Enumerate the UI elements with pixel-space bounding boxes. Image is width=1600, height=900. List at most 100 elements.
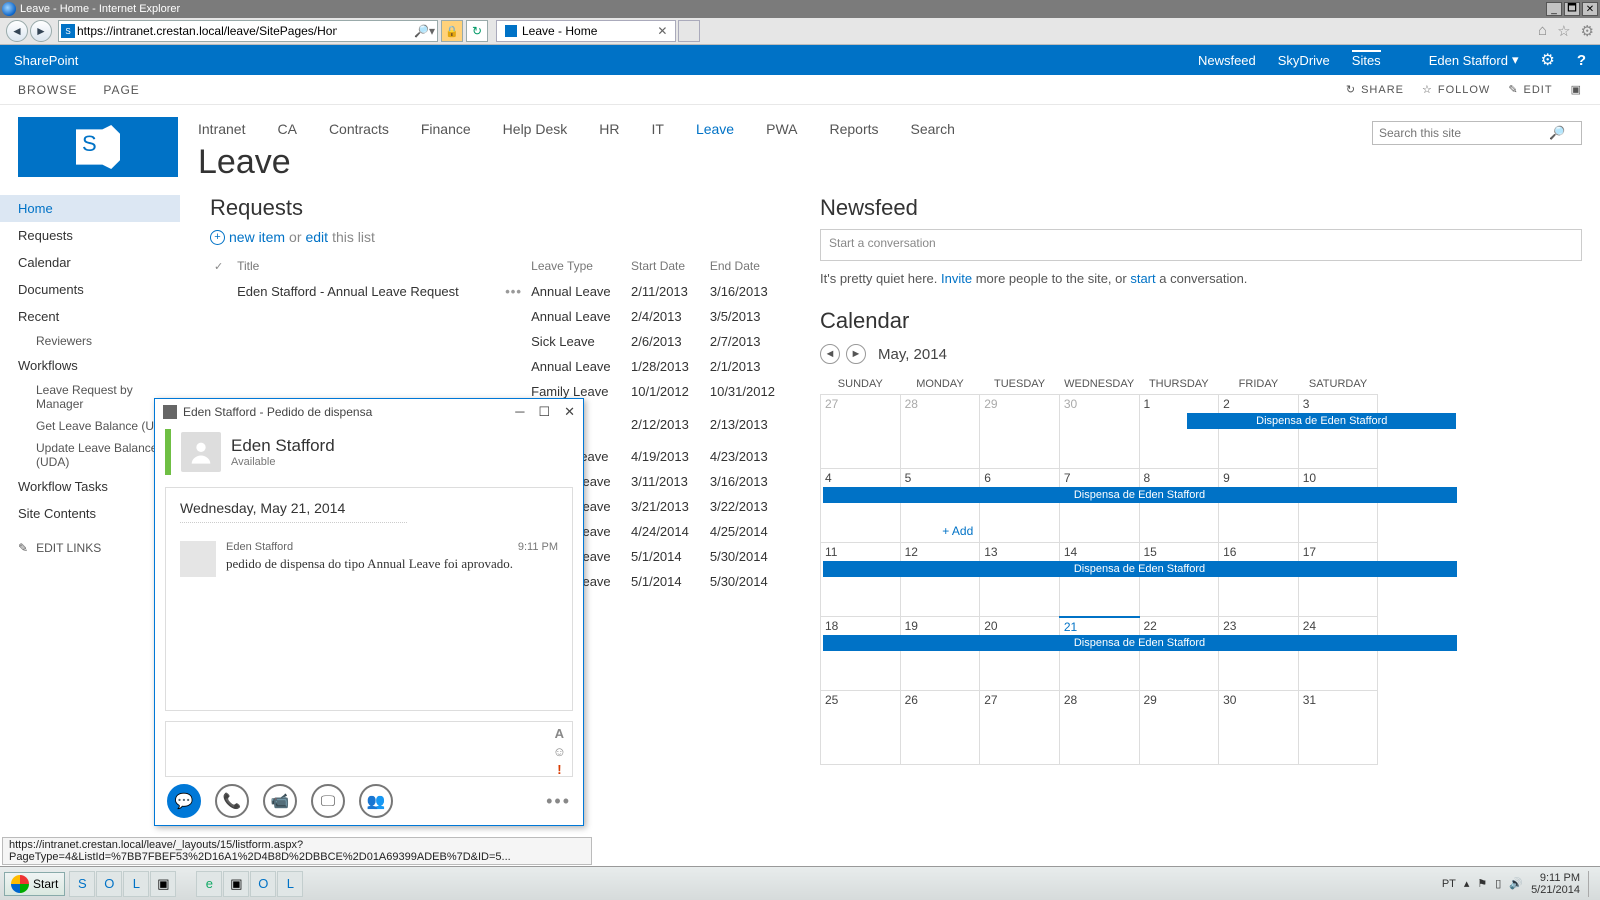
leftnav-recent[interactable]: Recent [0, 303, 180, 330]
language-indicator[interactable]: PT [1442, 878, 1456, 890]
calendar-cell[interactable]: 6 [980, 469, 1060, 543]
calendar-add-button[interactable]: + Add [942, 524, 973, 538]
table-row[interactable]: Annual Leave1/28/20132/1/2013 [210, 354, 790, 379]
tray-network-icon[interactable]: ▯ [1495, 877, 1501, 890]
col-title[interactable]: Title [233, 253, 501, 279]
present-button[interactable]: 🖵 [311, 784, 345, 818]
edit-links-button[interactable]: ✎ EDIT LINKS [0, 541, 180, 555]
calendar-cell[interactable]: 24 [1298, 617, 1378, 691]
suite-sites-link[interactable]: Sites [1352, 50, 1381, 68]
suite-skydrive-link[interactable]: SkyDrive [1278, 53, 1330, 68]
taskbar-app-icon[interactable]: ▣ [150, 871, 176, 897]
settings-icon[interactable]: ⚙ [1540, 50, 1554, 70]
leftnav-requests[interactable]: Requests [0, 222, 180, 249]
tools-icon[interactable]: ⚙ [1581, 22, 1594, 40]
calendar-cell[interactable]: 30 [1059, 395, 1139, 469]
leftnav-reviewers[interactable]: Reviewers [0, 330, 180, 352]
importance-icon[interactable]: ! [557, 762, 561, 777]
new-item-link[interactable]: new item [229, 229, 285, 245]
address-input[interactable] [77, 24, 337, 38]
topnav-search[interactable]: Search [911, 121, 955, 137]
calendar-cell[interactable]: 22 [1139, 617, 1219, 691]
chat-button[interactable]: 💬 [167, 784, 201, 818]
edit-list-link[interactable]: edit [305, 229, 328, 245]
lync-conversation-window[interactable]: Eden Stafford - Pedido de dispensa ─ ☐ ✕… [154, 398, 584, 826]
calendar-cell[interactable]: 4 [821, 469, 901, 543]
calendar-cell[interactable]: 19 [900, 617, 980, 691]
calendar-cell[interactable]: 16 [1219, 543, 1299, 617]
calendar-cell[interactable]: 7 [1059, 469, 1139, 543]
calendar-event-bar[interactable]: Dispensa de Eden Stafford [823, 561, 1457, 577]
calendar-cell[interactable]: 2 [1219, 395, 1299, 469]
new-tab-button[interactable] [678, 20, 700, 42]
topnav-pwa[interactable]: PWA [766, 121, 797, 137]
calendar-cell[interactable]: 13 [980, 543, 1060, 617]
calendar-cell[interactable]: 26 [900, 691, 980, 765]
forward-button[interactable]: ► [30, 20, 52, 42]
leftnav-workflows[interactable]: Workflows [0, 352, 180, 379]
focus-button[interactable]: ▣ [1571, 83, 1582, 96]
row-menu-icon[interactable]: ••• [505, 284, 522, 299]
col-end[interactable]: End Date [706, 253, 790, 279]
ribbon-browse-tab[interactable]: BROWSE [18, 83, 77, 97]
taskbar-ie-running[interactable]: e [196, 871, 222, 897]
topnav-intranet[interactable]: Intranet [198, 121, 245, 137]
taskbar-app-running[interactable]: ▣ [223, 871, 249, 897]
lync-minimize-button[interactable]: ─ [515, 404, 524, 420]
calendar-cell[interactable]: 12 [900, 543, 980, 617]
calendar-cell[interactable]: 28 [900, 395, 980, 469]
calendar-prev-button[interactable]: ◄ [820, 344, 840, 364]
table-row[interactable]: Sick Leave2/6/20132/7/2013 [210, 329, 790, 354]
system-clock[interactable]: 9:11 PM 5/21/2014 [1531, 872, 1580, 896]
close-button[interactable]: ✕ [1582, 2, 1598, 16]
topnav-hr[interactable]: HR [599, 121, 619, 137]
lync-maximize-button[interactable]: ☐ [538, 404, 550, 420]
lock-icon[interactable]: 🔒 [441, 20, 463, 42]
more-actions-button[interactable]: ••• [546, 791, 571, 812]
leftnav-documents[interactable]: Documents [0, 276, 180, 303]
col-type[interactable]: Leave Type [527, 253, 627, 279]
leftnav-wf-2[interactable]: Update Leave Balance (UDA) [0, 437, 180, 473]
tray-flag-icon[interactable]: ⚑ [1477, 877, 1487, 890]
calendar-cell[interactable]: 9 [1219, 469, 1299, 543]
favorites-icon[interactable]: ☆ [1557, 22, 1570, 40]
calendar-next-button[interactable]: ► [846, 344, 866, 364]
leftnav-workflow-tasks[interactable]: Workflow Tasks [0, 473, 180, 500]
suite-user-menu[interactable]: Eden Stafford▾ [1429, 52, 1519, 68]
calendar-cell[interactable]: 3 [1298, 395, 1378, 469]
col-start[interactable]: Start Date [627, 253, 706, 279]
table-row[interactable]: Eden Stafford - Annual Leave Request•••A… [210, 279, 790, 304]
site-logo[interactable] [18, 117, 178, 177]
calendar-cell[interactable]: 30 [1219, 691, 1299, 765]
search-input[interactable] [1379, 126, 1549, 140]
leftnav-wf-0[interactable]: Leave Request by Manager [0, 379, 180, 415]
plus-icon[interactable]: + [210, 230, 225, 245]
calendar-cell[interactable]: 1 [1139, 395, 1219, 469]
calendar-cell[interactable]: 27 [821, 395, 901, 469]
lync-titlebar[interactable]: Eden Stafford - Pedido de dispensa ─ ☐ ✕ [155, 399, 583, 425]
topnav-it[interactable]: IT [652, 121, 664, 137]
calendar-cell[interactable]: 29 [980, 395, 1060, 469]
ribbon-page-tab[interactable]: PAGE [103, 83, 139, 97]
calendar-cell[interactable]: 23 [1219, 617, 1299, 691]
calendar-cell[interactable]: 5+ Add [900, 469, 980, 543]
calendar-cell[interactable]: 25 [821, 691, 901, 765]
emoji-icon[interactable]: ☺ [553, 744, 566, 759]
maximize-button[interactable]: 🗖 [1564, 2, 1580, 16]
address-bar[interactable]: S 🔎▾ [58, 20, 438, 42]
taskbar-outlook-icon[interactable]: O [96, 871, 122, 897]
invite-link[interactable]: Invite [941, 271, 972, 286]
start-conversation-link[interactable]: start [1130, 271, 1155, 286]
font-format-icon[interactable]: A [555, 726, 564, 741]
calendar-event-bar[interactable]: Dispensa de Eden Stafford [823, 635, 1457, 651]
refresh-button[interactable]: ↻ [466, 20, 488, 42]
taskbar-sharepoint-icon[interactable]: S [69, 871, 95, 897]
calendar-cell[interactable]: 28 [1059, 691, 1139, 765]
leftnav-calendar[interactable]: Calendar [0, 249, 180, 276]
calendar-cell[interactable]: 11 [821, 543, 901, 617]
calendar-cell[interactable]: 31 [1298, 691, 1378, 765]
participants-button[interactable]: 👥 [359, 784, 393, 818]
back-button[interactable]: ◄ [6, 20, 28, 42]
share-button[interactable]: ↻ SHARE [1346, 83, 1404, 96]
calendar-cell[interactable]: 14 [1059, 543, 1139, 617]
